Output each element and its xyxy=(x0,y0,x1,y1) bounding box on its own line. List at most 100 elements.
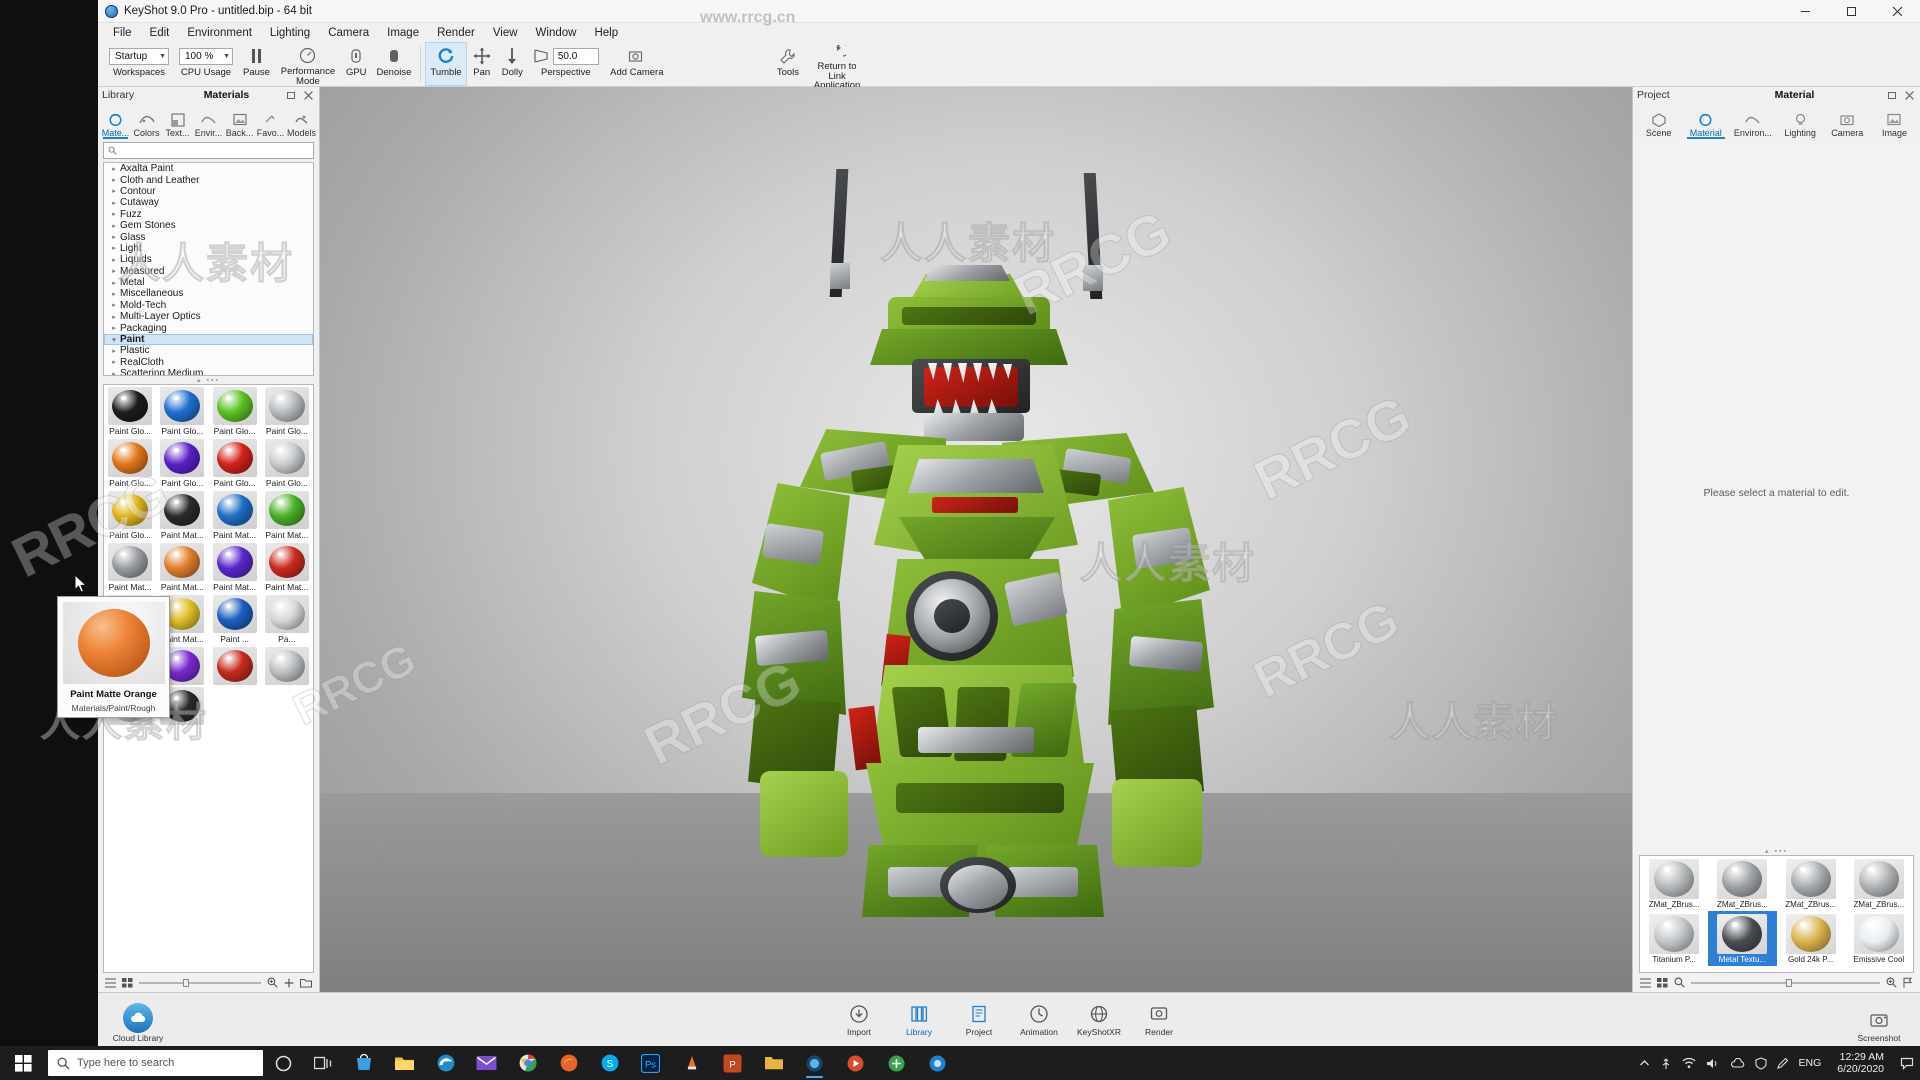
apps-icon[interactable] xyxy=(876,1046,917,1080)
cloud-icon[interactable] xyxy=(1730,1057,1745,1069)
chrome-icon[interactable] xyxy=(507,1046,548,1080)
material-swatch[interactable]: Paint Glo... xyxy=(156,385,208,437)
library-panel-label[interactable]: Library xyxy=(102,89,166,101)
library-search-input[interactable] xyxy=(121,145,313,156)
render-viewport[interactable] xyxy=(320,87,1632,992)
explorer-icon[interactable] xyxy=(384,1046,425,1080)
tree-item-miscellaneous[interactable]: ▸ Miscellaneous xyxy=(104,288,313,299)
menu-environment[interactable]: Environment xyxy=(178,26,261,40)
cortana-icon[interactable] xyxy=(263,1046,303,1080)
toolbar-gpu[interactable]: GPU xyxy=(341,42,372,86)
recent-material-swatch[interactable]: Metal Textu... xyxy=(1708,911,1777,966)
grid-view-icon[interactable] xyxy=(1657,977,1668,988)
project-tab-image[interactable]: Image xyxy=(1871,105,1918,139)
powerpoint-icon[interactable]: P xyxy=(712,1046,753,1080)
toolbar-pan[interactable]: Pan xyxy=(467,42,497,86)
dock-render[interactable]: Render xyxy=(1129,995,1189,1045)
dock-keyshotxr[interactable]: KeyShotXR xyxy=(1069,995,1129,1045)
workspaces-dropdown[interactable]: Startup ▼ xyxy=(109,47,169,65)
toolbar-return-to-link[interactable]: Return to Link Application xyxy=(804,42,870,90)
panel-splitter-handle[interactable]: ▴ ▪▪▪ xyxy=(98,376,319,384)
usb-icon[interactable] xyxy=(1660,1056,1672,1070)
minimize-button[interactable] xyxy=(1782,0,1828,23)
edge-icon[interactable] xyxy=(425,1046,466,1080)
library-tab-environments[interactable]: Envir... xyxy=(193,105,224,139)
material-swatch[interactable]: Paint Glo... xyxy=(209,437,261,489)
material-swatch[interactable]: Paint Glo... xyxy=(104,489,156,541)
tree-item-gem-stones[interactable]: ▸ Gem Stones xyxy=(104,220,313,231)
cpu-usage-dropdown[interactable]: 100 % ▼ xyxy=(179,47,233,65)
thumbnail-size-slider[interactable] xyxy=(139,978,261,987)
project-panel-label[interactable]: Project xyxy=(1637,89,1701,101)
toolbar-add-camera[interactable]: Add Camera xyxy=(604,42,670,86)
blue-app-icon[interactable] xyxy=(917,1046,958,1080)
library-tab-materials[interactable]: Mate... xyxy=(100,105,131,139)
material-swatch[interactable]: Paint Glo... xyxy=(104,385,156,437)
undock-icon[interactable] xyxy=(287,91,297,100)
project-tab-camera[interactable]: Camera xyxy=(1824,105,1871,139)
tree-item-light[interactable]: ▸ Light xyxy=(104,243,313,254)
expander-icon[interactable]: ▸ xyxy=(108,347,120,355)
tree-item-realcloth[interactable]: ▸ RealCloth xyxy=(104,357,313,368)
expander-icon[interactable]: ▸ xyxy=(108,313,120,321)
material-swatch[interactable]: Paint Glo... xyxy=(104,437,156,489)
project-tab-material[interactable]: Material xyxy=(1682,105,1729,139)
expander-icon[interactable]: ▸ xyxy=(108,267,120,275)
expander-icon[interactable]: ▾ xyxy=(108,336,120,344)
undock-icon[interactable] xyxy=(1888,91,1898,100)
toolbar-tumble[interactable]: Tumble xyxy=(425,42,467,86)
material-category-tree[interactable]: ▸ Axalta Paint ▸ Cloth and Leather ▸ Contou… xyxy=(103,162,314,376)
mech-robot-model[interactable] xyxy=(656,167,1296,917)
expander-icon[interactable]: ▸ xyxy=(108,210,120,218)
maximize-button[interactable] xyxy=(1828,0,1874,23)
library-search-box[interactable] xyxy=(103,142,314,159)
recent-material-swatch[interactable]: Gold 24k P... xyxy=(1777,911,1845,966)
expander-icon[interactable]: ▸ xyxy=(108,279,120,287)
skype-icon[interactable]: S xyxy=(589,1046,630,1080)
folder-icon[interactable] xyxy=(753,1046,794,1080)
pen-icon[interactable] xyxy=(1776,1057,1789,1069)
menu-file[interactable]: File xyxy=(104,26,141,40)
toolbar-performance-mode[interactable]: Performance Mode xyxy=(275,42,341,86)
store-icon[interactable] xyxy=(343,1046,384,1080)
toolbar-perspective[interactable]: 50.0 Perspective xyxy=(528,42,604,86)
recent-material-swatch[interactable]: ZMat_ZBrus... xyxy=(1845,856,1913,911)
expander-icon[interactable]: ▸ xyxy=(108,222,120,230)
notification-icon[interactable] xyxy=(1900,1056,1914,1070)
mail-icon[interactable] xyxy=(466,1046,507,1080)
recent-material-swatch[interactable]: ZMat_ZBrus... xyxy=(1708,856,1776,911)
material-swatch[interactable]: Paint Glo... xyxy=(261,385,313,437)
list-view-icon[interactable] xyxy=(105,977,116,988)
taskbar-clock[interactable]: 12:29 AM 6/20/2020 xyxy=(1831,1051,1890,1075)
toolbar-cpu-usage[interactable]: 100 % ▼ CPU Usage xyxy=(174,42,238,86)
expander-icon[interactable]: ▸ xyxy=(108,301,120,309)
expander-icon[interactable]: ▸ xyxy=(108,233,120,241)
material-swatch[interactable]: Paint Mat... xyxy=(104,541,156,593)
project-tab-scene[interactable]: Scene xyxy=(1635,105,1682,139)
menu-view[interactable]: View xyxy=(484,26,527,40)
material-swatch[interactable]: Paint Glo... xyxy=(261,437,313,489)
photoshop-icon[interactable]: Ps xyxy=(630,1046,671,1080)
expander-icon[interactable]: ▸ xyxy=(108,358,120,366)
expander-icon[interactable]: ▸ xyxy=(108,199,120,207)
expander-icon[interactable]: ▸ xyxy=(108,370,120,375)
recent-material-swatch[interactable]: ZMat_ZBrus... xyxy=(1640,856,1708,911)
tree-item-measured[interactable]: ▸ Measured xyxy=(104,266,313,277)
material-swatch[interactable]: Pa... xyxy=(261,593,313,645)
network-icon[interactable] xyxy=(1682,1057,1696,1069)
toolbar-workspaces[interactable]: Startup ▼ Workspaces xyxy=(104,42,174,86)
keyshot-icon[interactable] xyxy=(794,1046,835,1080)
tree-item-glass[interactable]: ▸ Glass xyxy=(104,231,313,243)
tree-item-cutaway[interactable]: ▸ Cutaway xyxy=(104,197,313,208)
expander-icon[interactable]: ▸ xyxy=(108,256,120,264)
close-icon[interactable] xyxy=(1905,90,1914,100)
expander-icon[interactable]: ▸ xyxy=(108,176,120,184)
recent-material-swatch[interactable]: Emissive Cool xyxy=(1845,911,1913,966)
zoom-in-icon[interactable] xyxy=(1886,977,1897,988)
tree-item-contour[interactable]: ▸ Contour xyxy=(104,186,313,197)
tree-item-paint[interactable]: ▾ Paint xyxy=(104,333,313,346)
windows-start-icon[interactable] xyxy=(0,1046,47,1080)
material-thumbnail-slider[interactable] xyxy=(1691,978,1880,987)
menu-camera[interactable]: Camera xyxy=(319,26,378,40)
folder-icon[interactable] xyxy=(300,978,312,988)
